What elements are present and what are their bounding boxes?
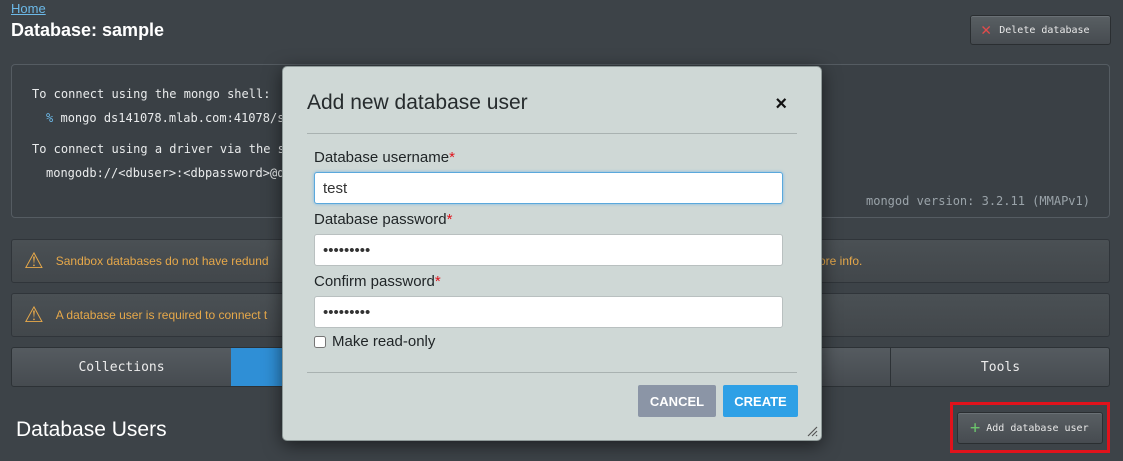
confirm-password-label: Confirm password* — [314, 273, 441, 290]
confirm-password-input[interactable] — [314, 296, 783, 328]
password-label-text: Database password — [314, 211, 447, 228]
username-input[interactable] — [314, 172, 783, 204]
username-label-text: Database username — [314, 149, 450, 166]
password-label: Database password* — [314, 211, 452, 228]
required-mark: * — [446, 211, 453, 228]
username-label: Database username* — [314, 149, 455, 166]
modal-title: Add new database user — [307, 91, 528, 114]
resize-grip-icon[interactable] — [806, 425, 818, 437]
modal-divider — [307, 372, 797, 373]
add-user-modal: Add new database user × Database usernam… — [282, 66, 822, 441]
required-mark: * — [434, 273, 441, 290]
confirm-password-label-text: Confirm password — [314, 273, 435, 290]
modal-divider — [307, 133, 797, 134]
required-mark: * — [449, 149, 455, 166]
create-button[interactable]: CREATE — [723, 385, 798, 417]
password-input[interactable] — [314, 234, 783, 266]
read-only-checkbox[interactable] — [314, 335, 326, 348]
close-icon[interactable]: × — [775, 93, 787, 116]
read-only-option[interactable]: Make read-only — [314, 333, 435, 350]
read-only-label: Make read-only — [332, 333, 436, 350]
cancel-button[interactable]: CANCEL — [638, 385, 716, 417]
